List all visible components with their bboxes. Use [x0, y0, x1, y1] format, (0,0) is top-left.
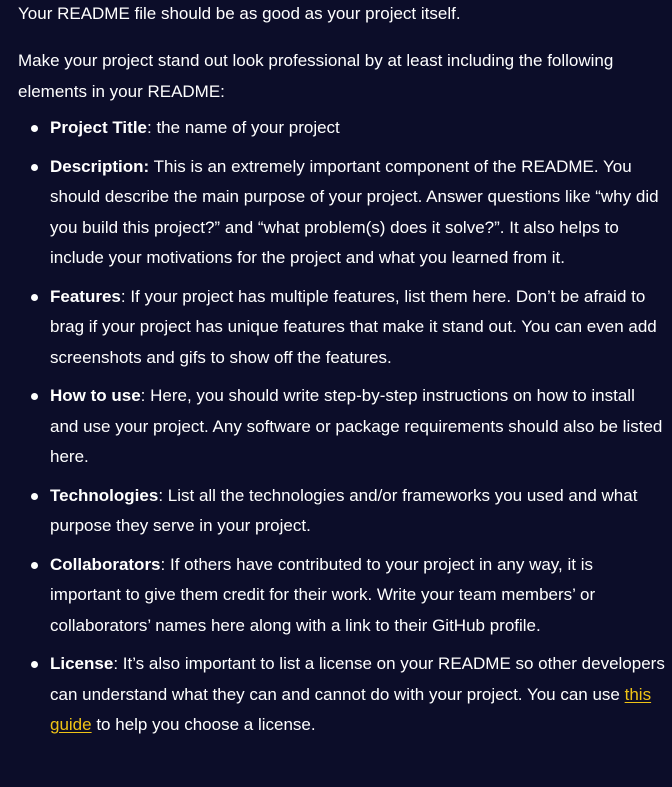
- item-term: Collaborators: [50, 554, 161, 574]
- bullet-icon: [31, 661, 38, 668]
- bullet-icon: [31, 125, 38, 132]
- bullet-icon: [31, 492, 38, 500]
- lead-paragraph: Make your project stand out look profess…: [18, 51, 614, 101]
- list-item: Technologies: List all the technologies …: [18, 481, 666, 542]
- readme-article: Your README file should be as good as yo…: [0, 0, 672, 741]
- bullet-icon: [31, 393, 38, 400]
- item-term: Features: [50, 286, 121, 306]
- item-term: How to use: [50, 386, 141, 405]
- list-item: License: It’s also important to list a l…: [18, 649, 666, 741]
- list-item: Collaborators: If others have contribute…: [18, 550, 666, 642]
- bullet-icon: [31, 293, 38, 301]
- item-text: It’s also important to list a license on…: [50, 654, 665, 704]
- item-term: Technologies: [50, 485, 159, 505]
- list-item: Project Title: the name of your project: [18, 113, 666, 144]
- item-term: Project Title: [50, 118, 147, 137]
- intro-paragraph: Your README file should be as good as yo…: [18, 4, 461, 23]
- item-term: Description:: [50, 156, 150, 176]
- list-item: Features: If your project has multiple f…: [18, 282, 666, 374]
- bullet-icon: [31, 561, 38, 569]
- item-term: License: [50, 654, 114, 673]
- readme-elements-list: Project Title: the name of your project …: [18, 113, 672, 741]
- bullet-icon: [31, 163, 38, 171]
- list-item: How to use: Here, you should write step-…: [18, 381, 666, 473]
- item-text-after: to help you choose a license.: [91, 715, 316, 734]
- item-text: If your project has multiple features, l…: [50, 286, 657, 367]
- item-text: the name of your project: [151, 118, 340, 137]
- list-item: Description: This is an extremely import…: [18, 152, 666, 274]
